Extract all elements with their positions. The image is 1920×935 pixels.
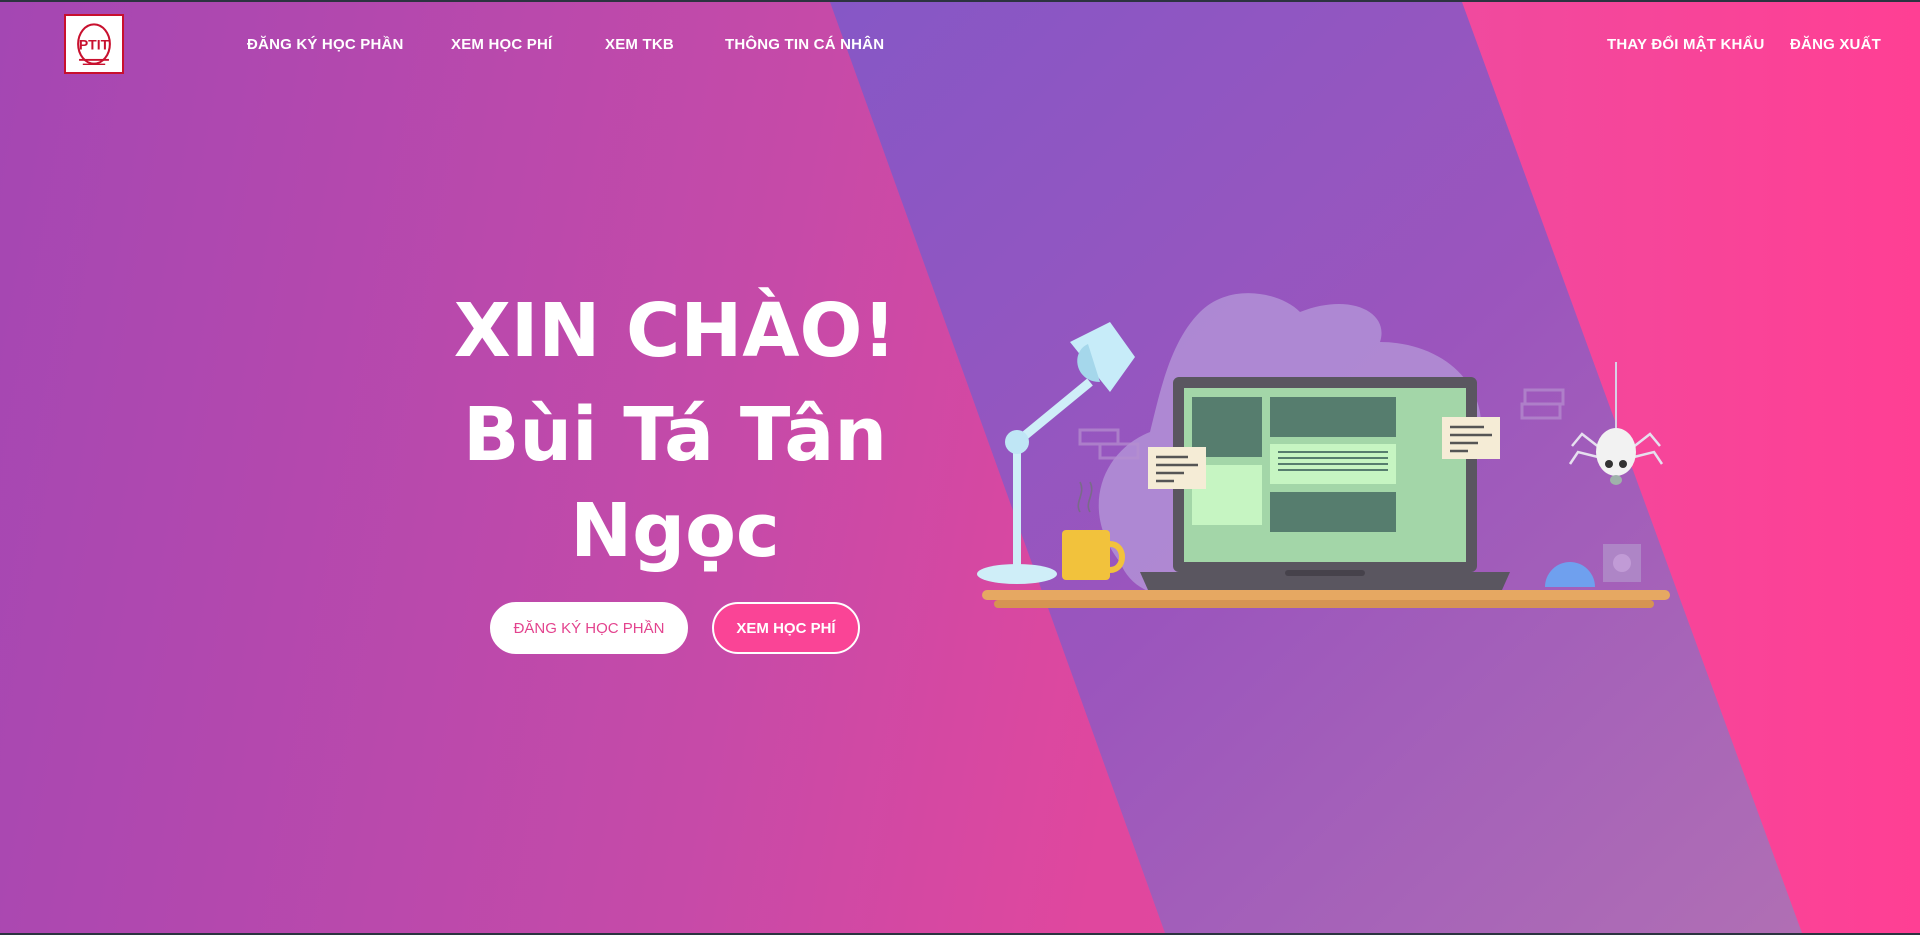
nav-dang-ky-hoc-phan[interactable]: ĐĂNG KÝ HỌC PHẦN — [247, 36, 404, 53]
nav-xem-tkb[interactable]: XEM TKB — [605, 36, 674, 53]
desk-laptop-illustration — [977, 293, 1670, 608]
ball-icon — [1545, 562, 1595, 587]
nav-thay-doi-mat-khau[interactable]: THAY ĐỔI MẬT KHẨU — [1607, 36, 1765, 53]
register-courses-button[interactable]: ĐĂNG KÝ HỌC PHẦN — [490, 602, 688, 654]
ptit-logo-icon[interactable]: PTIT — [64, 14, 124, 74]
nav-dang-xuat[interactable]: ĐĂNG XUẤT — [1790, 36, 1881, 53]
view-tuition-button[interactable]: XEM HỌC PHÍ — [712, 602, 860, 654]
hero-greeting: XIN CHÀO! — [453, 288, 897, 374]
sticky-note-left-icon — [1148, 447, 1206, 489]
power-outlet-icon — [1603, 544, 1641, 582]
nav-xem-hoc-phi[interactable]: XEM HỌC PHÍ — [451, 36, 552, 53]
nav-thong-tin-ca-nhan[interactable]: THÔNG TIN CÁ NHÂN — [725, 36, 884, 53]
hero-name-line1: Bùi Tá Tân — [462, 392, 888, 478]
sticky-note-right-icon — [1442, 417, 1500, 459]
wooden-shelf — [982, 590, 1670, 608]
page-root: PTIT ĐĂNG KÝ HỌC PHẦN XEM HỌC PHÍ XEM TK… — [0, 2, 1920, 933]
logo-text: PTIT — [79, 37, 110, 53]
top-navbar: PTIT ĐĂNG KÝ HỌC PHẦN XEM HỌC PHÍ XEM TK… — [0, 2, 1920, 86]
brick-decoration-right — [1520, 388, 1565, 420]
hero-name-line2: Ngọc — [570, 488, 780, 574]
spider-icon — [1568, 362, 1664, 485]
